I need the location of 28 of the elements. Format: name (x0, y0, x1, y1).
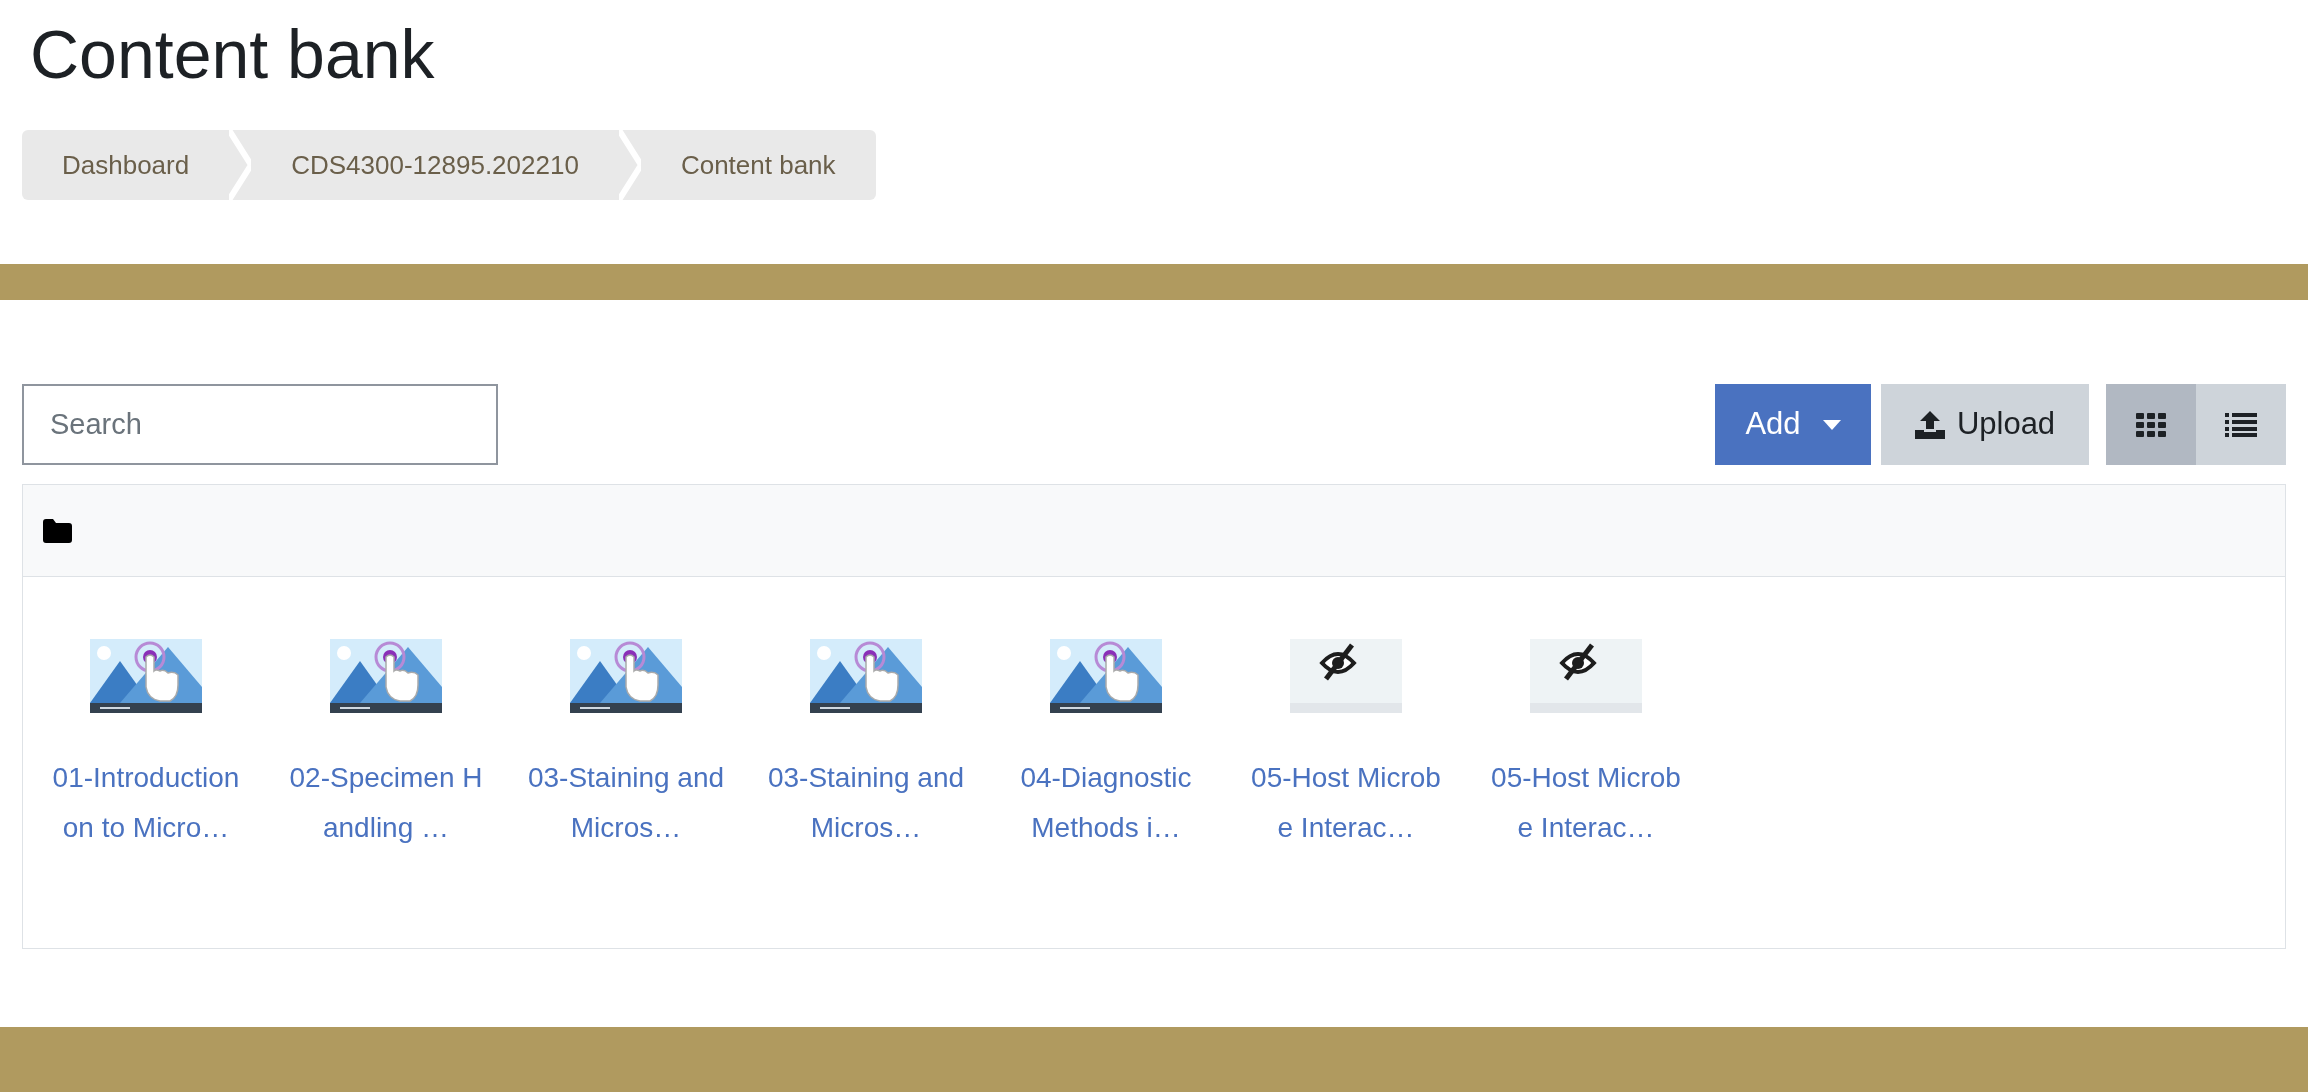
content-item-link[interactable]: 02-Specimen Handling … (287, 753, 485, 853)
content-item-link[interactable]: 03-Staining and Micros… (527, 753, 725, 853)
add-dropdown-button[interactable]: Add (1715, 384, 1871, 465)
content-item-link[interactable]: 04-Diagnostic Methods i… (1007, 753, 1205, 853)
content-item-link[interactable]: 05-Host Microbe Interac… (1487, 753, 1685, 853)
hidden-eye-thumbnail-icon (1530, 639, 1642, 713)
upload-icon (1914, 410, 1945, 439)
grid-view-button[interactable] (2106, 384, 2196, 465)
breadcrumb-link[interactable]: Dashboard (22, 130, 230, 200)
mountain-pointer-thumbnail-icon (330, 639, 442, 713)
upload-button[interactable]: Upload (1881, 384, 2089, 465)
list-view-button[interactable] (2196, 384, 2286, 465)
content-item-link[interactable]: 01-Introduction on to Micro… (47, 753, 245, 853)
content-item-link[interactable]: 03-Staining and Micros… (767, 753, 965, 853)
folder-icon (43, 518, 72, 543)
mountain-pointer-thumbnail-icon (810, 639, 922, 713)
search-field[interactable]: Search (22, 384, 498, 465)
mountain-pointer-thumbnail-icon (1050, 639, 1162, 713)
grid-view-icon (2136, 412, 2166, 437)
content-item-link[interactable]: 05-Host Microbe Interac… (1247, 753, 1445, 853)
list-view-icon (2225, 412, 2257, 437)
caret-icon (1822, 419, 1841, 430)
mountain-pointer-thumbnail-icon (90, 639, 202, 713)
hidden-eye-thumbnail-icon (1290, 639, 1402, 713)
breadcrumb-link[interactable]: Content bank (640, 130, 876, 200)
breadcrumb-link[interactable]: CDS4300-12895.202210 (251, 130, 619, 200)
page-title: Content bank (30, 15, 436, 94)
mountain-pointer-thumbnail-icon (570, 639, 682, 713)
